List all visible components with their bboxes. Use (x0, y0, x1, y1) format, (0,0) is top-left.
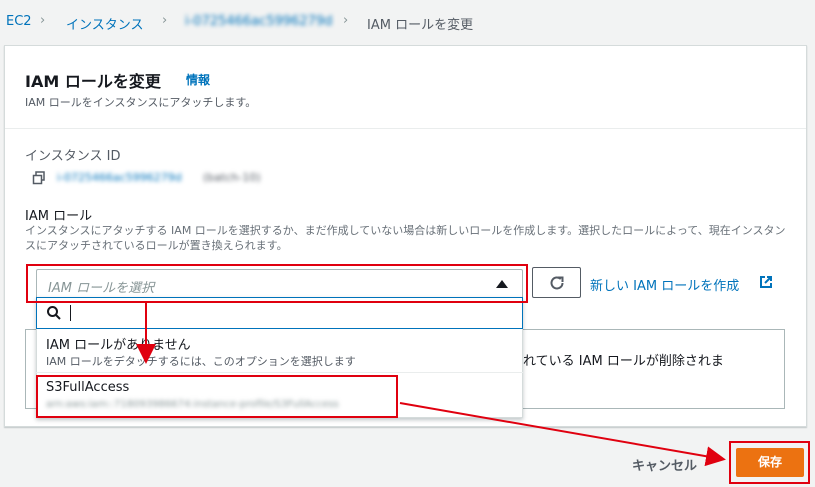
refresh-button[interactable] (532, 267, 581, 298)
panel-divider (5, 128, 806, 129)
breadcrumb-instances-link[interactable]: インスタンス (66, 14, 143, 33)
iam-role-description: インスタンスにアタッチする IAM ロールを選択するか、まだ作成していない場合は… (25, 224, 786, 252)
breadcrumb-chevron-icon: › (40, 13, 46, 28)
text-cursor (70, 305, 71, 321)
annotation-box-select (26, 264, 528, 303)
option-label: IAM ロールがありません (46, 338, 191, 353)
option-no-role[interactable]: IAM ロールがありません IAM ロールをデタッチするには、このオプションを選… (36, 331, 523, 373)
refresh-icon (550, 276, 564, 290)
search-icon (47, 306, 61, 320)
instance-id-link[interactable]: i-0725466ac5996279d (57, 171, 182, 184)
breadcrumb-instance-link[interactable]: i-0725466ac5996279d (185, 14, 332, 29)
option-description: IAM ロールをデタッチするには、このオプションを選択します (46, 355, 356, 368)
breadcrumb-ec2-link[interactable]: EC2 (6, 14, 32, 29)
info-link[interactable]: 情報 (186, 71, 210, 88)
instance-id-label: インスタンス ID (25, 149, 121, 164)
copy-icon[interactable] (32, 171, 46, 185)
external-link-icon[interactable] (759, 275, 773, 289)
warning-alert-text: れている IAM ロールが削除されま (523, 354, 724, 369)
page-title: IAM ロールを変更 (25, 72, 161, 91)
annotation-box-save (729, 441, 810, 484)
create-iam-role-link[interactable]: 新しい IAM ロールを作成 (590, 275, 739, 294)
annotation-box-option (36, 375, 398, 418)
breadcrumb-chevron-icon: › (343, 13, 349, 28)
panel-description: IAM ロールをインスタンスにアタッチします。 (25, 96, 257, 109)
iam-role-label: IAM ロール (25, 209, 93, 224)
breadcrumb-chevron-icon: › (162, 13, 168, 28)
breadcrumb-current: IAM ロールを変更 (367, 18, 474, 33)
cancel-button[interactable]: キャンセル (632, 455, 697, 474)
instance-name: (batch-10) (203, 171, 261, 184)
